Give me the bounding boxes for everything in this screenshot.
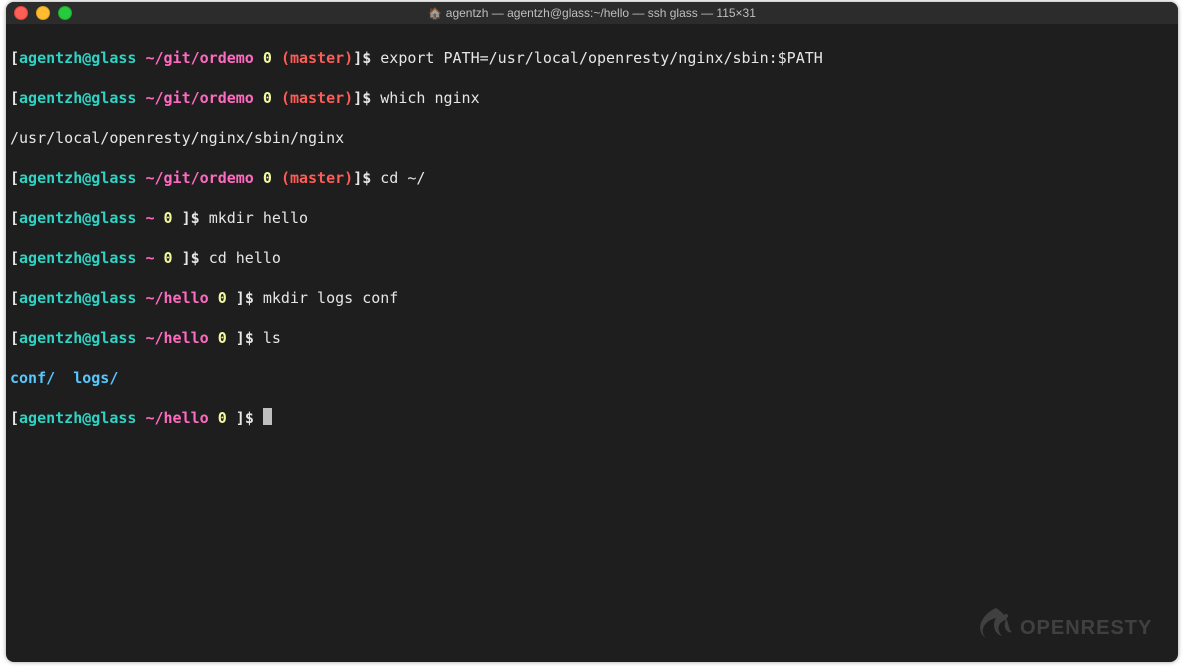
directory-listing: conf/: [10, 369, 55, 387]
terminal-line: [agentzh@glass ~/git/ordemo 0 (master)]$…: [10, 88, 1174, 108]
zoom-icon[interactable]: [58, 6, 72, 20]
command-text: export PATH=/usr/local/openresty/nginx/s…: [380, 49, 823, 67]
terminal-body[interactable]: [agentzh@glass ~/git/ordemo 0 (master)]$…: [6, 24, 1178, 472]
svg-text:OPENRESTY: OPENRESTY: [1020, 617, 1152, 639]
terminal-window: 🏠 agentzh — agentzh@glass:~/hello — ssh …: [6, 2, 1178, 662]
minimize-icon[interactable]: [36, 6, 50, 20]
close-icon[interactable]: [14, 6, 28, 20]
terminal-line: [agentzh@glass ~/git/ordemo 0 (master)]$…: [10, 48, 1174, 68]
window-title-text: agentzh — agentzh@glass:~/hello — ssh gl…: [446, 6, 756, 20]
terminal-line: [agentzh@glass ~/hello 0 ]$ mkdir logs c…: [10, 288, 1174, 308]
titlebar: 🏠 agentzh — agentzh@glass:~/hello — ssh …: [6, 2, 1178, 24]
terminal-line: [agentzh@glass ~/git/ordemo 0 (master)]$…: [10, 168, 1174, 188]
traffic-lights: [14, 6, 72, 20]
window-title: 🏠 agentzh — agentzh@glass:~/hello — ssh …: [6, 6, 1178, 20]
command-text: ls: [263, 329, 281, 347]
command-text: mkdir hello: [209, 209, 308, 227]
terminal-output: /usr/local/openresty/nginx/sbin/nginx: [10, 128, 1174, 148]
terminal-line: [agentzh@glass ~/hello 0 ]$: [10, 408, 1174, 428]
terminal-line: [agentzh@glass ~/hello 0 ]$ ls: [10, 328, 1174, 348]
command-text: which nginx: [380, 89, 479, 107]
cursor-icon: [263, 408, 272, 425]
terminal-output: conf/ logs/: [10, 368, 1174, 388]
home-icon: 🏠: [428, 7, 442, 20]
directory-listing: logs/: [73, 369, 118, 387]
command-text: mkdir logs conf: [263, 289, 398, 307]
command-text: cd hello: [209, 249, 281, 267]
command-text: cd ~/: [380, 169, 425, 187]
openresty-watermark: OPENRESTY: [972, 600, 1162, 650]
terminal-line: [agentzh@glass ~ 0 ]$ cd hello: [10, 248, 1174, 268]
terminal-line: [agentzh@glass ~ 0 ]$ mkdir hello: [10, 208, 1174, 228]
